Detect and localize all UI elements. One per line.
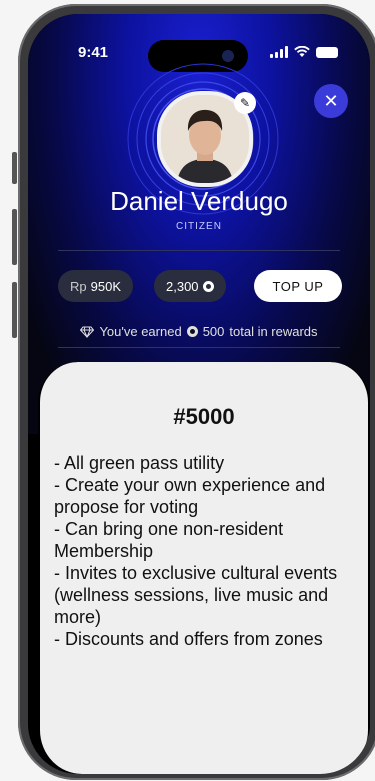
camera-icon — [222, 50, 234, 62]
close-button[interactable]: ✕ — [314, 84, 348, 118]
pencil-icon: ✎ — [239, 96, 251, 110]
points-value: 2,300 — [166, 278, 199, 294]
balance-prefix: Rp — [70, 278, 87, 294]
coin-icon — [202, 280, 214, 292]
wifi-icon — [294, 46, 310, 57]
balance-value: 950K — [90, 278, 121, 294]
profile-name: Daniel Verdugo — [110, 186, 288, 216]
divider-top — [58, 250, 340, 251]
battery-icon — [316, 46, 338, 58]
volume-up-button — [12, 209, 17, 265]
pass-benefits: - All green pass utility - Create your o… — [54, 453, 338, 649]
coin-icon — [186, 326, 198, 337]
phone-frame: 9:41 ✕ ✎ Daniel Verdugo CITIZEN Rp 950K … — [12, 4, 375, 780]
rewards-prefix: You've earned — [99, 324, 182, 339]
status-time: 9:41 — [78, 44, 109, 61]
screen: 9:41 ✕ ✎ Daniel Verdugo CITIZEN Rp 950K … — [28, 14, 370, 774]
balance-pill[interactable]: Rp 950K — [58, 270, 133, 302]
profile-role: CITIZEN — [176, 221, 222, 232]
diamond-icon — [80, 326, 95, 338]
signal-icon — [270, 46, 288, 58]
close-icon: ✕ — [323, 90, 339, 111]
points-pill[interactable]: 2,300 — [154, 270, 226, 302]
side-button — [12, 152, 17, 184]
status-icons — [270, 46, 338, 58]
rewards-summary: You've earned 500 total in rewards — [28, 324, 370, 339]
pass-title: #5000 — [173, 404, 235, 429]
divider-bottom — [58, 347, 340, 348]
rewards-amount: 500 — [202, 324, 225, 339]
pass-card[interactable]: #5000 - All green pass utility - Create … — [38, 362, 370, 774]
top-up-button[interactable]: TOP UP — [254, 270, 342, 302]
volume-down-button — [12, 282, 17, 338]
rewards-suffix: total in rewards — [229, 324, 318, 339]
edit-avatar-button[interactable]: ✎ — [234, 92, 256, 114]
